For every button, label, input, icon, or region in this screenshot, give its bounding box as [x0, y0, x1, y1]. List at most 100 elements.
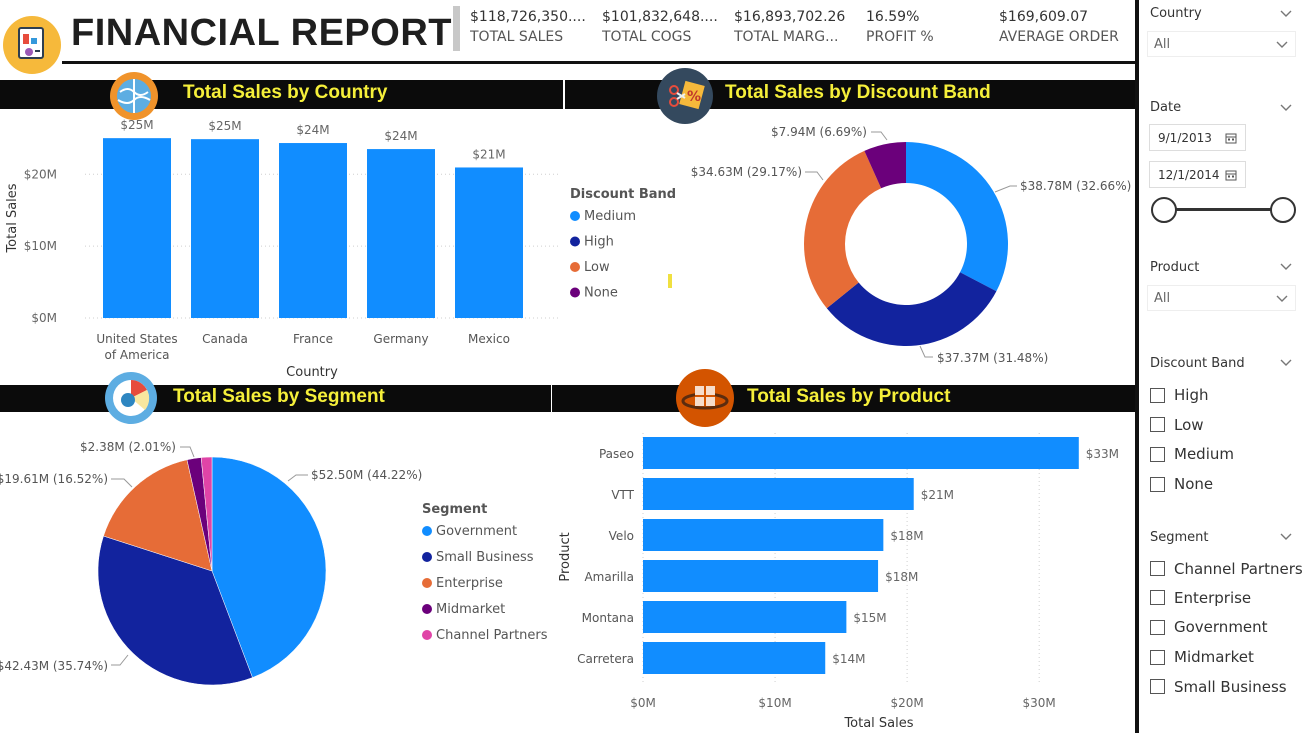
data-label: $15M — [853, 611, 886, 625]
option-label: High — [1174, 386, 1209, 404]
country-slicer-value: All — [1154, 37, 1171, 52]
country-bar — [191, 139, 259, 318]
y-tick-label: VTT — [611, 488, 634, 502]
kpi-value: $101,832,648.... — [602, 9, 718, 25]
checkbox[interactable] — [1150, 417, 1165, 432]
option-label: Midmarket — [1174, 648, 1254, 666]
segment-option-channel-partners[interactable]: Channel Partners — [1150, 554, 1305, 583]
x-tick-label: Canada — [202, 332, 248, 346]
segment-option-government[interactable]: Government — [1150, 612, 1305, 642]
kpi-label: AVERAGE ORDER — [999, 29, 1119, 45]
segment-slicer-title: Segment — [1150, 530, 1209, 545]
x-tick-label: of America — [105, 348, 170, 362]
kpi-value: $169,609.07 — [999, 9, 1089, 25]
x-tick-label: France — [293, 332, 333, 346]
data-label: $2.38M (2.01%) — [80, 440, 176, 454]
option-label: Government — [1174, 618, 1268, 636]
legend-marker — [422, 526, 432, 536]
chevron-down-icon[interactable] — [1279, 6, 1293, 20]
country-slicer-dropdown[interactable]: All — [1147, 31, 1296, 57]
x-axis-title: Total Sales — [843, 716, 913, 731]
legend-item: Midmarket — [436, 602, 505, 617]
data-label: $19.61M (16.52%) — [0, 472, 108, 486]
chevron-down-icon[interactable] — [1279, 355, 1293, 369]
date-end-input[interactable]: 12/1/2014 — [1149, 161, 1246, 188]
product-bar — [643, 560, 879, 592]
calendar-icon[interactable] — [1225, 169, 1237, 181]
x-tick-label: $0M — [630, 696, 656, 710]
segment-option-midmarket[interactable]: Midmarket — [1150, 642, 1305, 672]
segment-slicer-options: Channel Partners Enterprise Government M… — [1150, 554, 1305, 701]
discount-option-high[interactable]: High — [1150, 380, 1300, 410]
x-tick-label: Germany — [373, 332, 428, 346]
kpi-average-order: $169,609.07 AVERAGE ORDER — [999, 9, 1129, 45]
y-tick-label: Amarilla — [584, 570, 634, 584]
checkbox[interactable] — [1150, 619, 1165, 635]
option-label: Enterprise — [1174, 588, 1252, 607]
segment-option-enterprise[interactable]: Enterprise — [1150, 583, 1305, 612]
country-bar — [103, 138, 171, 318]
checkbox[interactable] — [1150, 476, 1165, 492]
kpi-label: TOTAL MARG... — [734, 29, 839, 45]
product-bar-chart: $0M $10M $20M $30M Paseo $33M VTT $21M Velo $18M A… — [558, 433, 1119, 731]
checkbox[interactable] — [1150, 649, 1165, 665]
data-label: $52.50M (44.22%) — [311, 468, 422, 482]
kpi-divider — [453, 6, 460, 51]
kpi-total-sales: $118,726,350.... TOTAL SALES — [470, 9, 588, 45]
data-label: $34.63M (29.17%) — [691, 165, 802, 179]
leader-line — [111, 478, 133, 488]
y-tick-label: Carretera — [577, 652, 634, 666]
date-start-input[interactable]: 9/1/2013 — [1149, 124, 1246, 151]
x-tick-label: $10M — [758, 696, 791, 710]
y-tick-label: Montana — [582, 611, 634, 625]
slider-track — [1163, 208, 1283, 211]
chevron-down-icon — [1276, 41, 1288, 48]
checkbox[interactable] — [1150, 590, 1165, 605]
discount-option-medium[interactable]: Medium — [1150, 439, 1300, 469]
x-axis-title: Country — [286, 365, 338, 380]
slicer-pane: Country All Date 9/1/2013 12/1/2014 Prod… — [1139, 0, 1305, 733]
calendar-icon[interactable] — [1225, 132, 1237, 144]
data-label: $38.78M (32.66%) — [1020, 179, 1131, 193]
x-tick-label: United States — [96, 332, 177, 346]
option-label: Small Business — [1174, 677, 1287, 696]
discount-option-low[interactable]: Low — [1150, 410, 1300, 439]
chevron-down-icon[interactable] — [1279, 529, 1293, 543]
discount-panel-title: Total Sales by Discount Band — [725, 82, 991, 103]
kpi-value: 16.59% — [866, 9, 920, 25]
checkbox[interactable] — [1150, 446, 1165, 462]
slider-handle-end[interactable] — [1270, 197, 1296, 223]
discount-slicer-options: High Low Medium None — [1150, 380, 1300, 499]
segment-panel-title: Total Sales by Segment — [173, 386, 385, 407]
kpi-value: $118,726,350.... — [470, 9, 586, 25]
data-label: $18M — [890, 529, 923, 543]
legend-marker — [422, 552, 432, 562]
kpi-value: $16,893,702.26 — [734, 9, 846, 25]
x-tick-label: $30M — [1023, 696, 1056, 710]
checkbox[interactable] — [1150, 679, 1165, 694]
legend-item: Medium — [584, 209, 636, 224]
chevron-down-icon[interactable] — [1279, 100, 1293, 114]
segment-option-small-business[interactable]: Small Business — [1150, 672, 1305, 701]
page-title: FINANCIAL REPORT — [71, 12, 452, 54]
checkbox[interactable] — [1150, 387, 1165, 403]
product-slicer-dropdown[interactable]: All — [1147, 285, 1296, 311]
discount-option-none[interactable]: None — [1150, 469, 1300, 499]
product-panel-header: Total Sales by Product — [552, 385, 1135, 412]
country-bar — [367, 149, 435, 318]
country-bar — [455, 167, 523, 318]
chevron-down-icon — [1276, 295, 1288, 302]
slider-handle-start[interactable] — [1151, 197, 1177, 223]
discount-panel-header: Total Sales by Discount Band — [565, 80, 1135, 109]
y-tick-label: $0M — [31, 311, 57, 325]
product-bar — [643, 519, 884, 551]
data-label: $25M — [120, 118, 153, 132]
legend-item: Low — [584, 260, 610, 275]
kpi-total-cogs: $101,832,648.... TOTAL COGS — [602, 9, 718, 45]
chevron-down-icon[interactable] — [1279, 259, 1293, 273]
discount-slicer-title: Discount Band — [1150, 356, 1245, 371]
date-range-slider[interactable] — [1151, 196, 1299, 224]
product-panel-title: Total Sales by Product — [747, 386, 951, 407]
header-underline — [62, 61, 1135, 64]
checkbox[interactable] — [1150, 561, 1165, 576]
